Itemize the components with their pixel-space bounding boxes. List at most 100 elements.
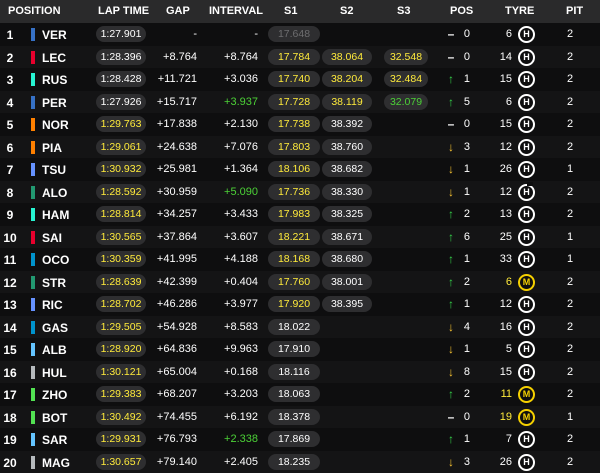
lap-time: 1:28.639 [96, 273, 146, 290]
lap-time: 1:29.383 [96, 386, 146, 402]
sector-1-time: 17.736 [268, 183, 320, 200]
driver-code: MAG [42, 455, 70, 470]
gap-value: +76.793 [156, 433, 197, 445]
driver-code: HUL [42, 365, 67, 380]
sector-2-time: 38.760 [322, 138, 372, 155]
team-color-bar [31, 163, 35, 176]
pit-stops: 2 [566, 455, 574, 468]
position-change: 1 [463, 73, 470, 85]
position-change: 1 [463, 253, 470, 265]
team-color-bar [31, 28, 35, 41]
timing-row[interactable]: 12 STR 1:28.639 +42.399 +0.404 17.760 38.001 ↑ 2… [0, 270, 600, 293]
tyre-age-laps: 15 [499, 365, 512, 378]
team-color-bar [31, 140, 35, 154]
lap-time: 1:30.932 [96, 161, 146, 177]
tyre-age-laps: 26 [499, 163, 512, 175]
interval-value: +2.405 [224, 455, 258, 468]
tyre-age-laps: 33 [499, 253, 512, 265]
sector-2-time: 38.064 [322, 48, 372, 65]
sector-1-time: 17.920 [268, 296, 320, 312]
hard-tyre-icon: H [518, 363, 535, 381]
gap-value: +34.257 [156, 208, 197, 220]
interval-value: +3.977 [224, 298, 258, 310]
team-color-bar [31, 298, 35, 311]
team-color-bar [31, 50, 35, 64]
sector-2-time: 38.680 [322, 251, 372, 267]
sector-1-time: 18.022 [268, 318, 320, 335]
sector-2-time: 38.682 [322, 161, 372, 177]
timing-row[interactable]: 8 ALO 1:28.592 +30.959 +5.090 17.736 38.330 ↓ 1 1… [0, 180, 600, 203]
sector-2-time: 38.330 [322, 183, 372, 200]
sector-1-time: 17.784 [268, 48, 320, 65]
pit-stops: 2 [566, 140, 574, 153]
hard-tyre-icon: H [518, 48, 535, 66]
hard-tyre-icon: H [518, 138, 535, 156]
interval-value: +5.090 [224, 185, 258, 198]
timing-row[interactable]: 11 OCO 1:30.359 +41.995 +4.188 18.168 38.680 ↑ 1… [0, 248, 600, 271]
timing-row[interactable]: 17 ZHO 1:29.383 +68.207 +3.203 18.063 ↑ 2 11 M 2 [0, 383, 600, 406]
timing-row[interactable]: 2 LEC 1:28.396 +8.764 +8.764 17.784 38.064 32.5… [0, 45, 600, 68]
interval-value: +0.404 [224, 275, 258, 288]
sector-2-time: 38.395 [322, 296, 372, 312]
timing-row[interactable]: 13 RIC 1:28.702 +46.286 +3.977 17.920 38.395 ↑ 1… [0, 293, 600, 316]
interval-value: +2.338 [224, 433, 258, 445]
sector-1-time: 17.910 [268, 341, 320, 357]
timing-row[interactable]: 5 NOR 1:29.763 +17.838 +2.130 17.738 38.392–0 1… [0, 113, 600, 136]
position-change: 1 [463, 298, 470, 310]
interval-value: +9.963 [224, 343, 258, 355]
position-number: 4 [6, 95, 14, 110]
position-number: 20 [3, 455, 17, 470]
hard-tyre-icon: H [518, 453, 535, 471]
timing-row[interactable]: 15 ALB 1:28.920 +64.836 +9.963 17.910 ↓ 1 5 H 2 [0, 338, 600, 361]
timing-row[interactable]: 3 RUS 1:28.428 +11.721 +3.036 17.740 38.204 32.… [0, 68, 600, 91]
timing-row[interactable]: 19 SAR 1:29.931 +76.793 +2.338 17.869 ↑ 1 7 H 2 [0, 428, 600, 451]
timing-row[interactable]: 14 GAS 1:29.505 +54.928 +8.583 18.022 ↓ 4 16 H 2 [0, 315, 600, 338]
timing-row[interactable]: 10 SAI 1:30.565 +37.864 +3.607 18.221 38.671 ↑ 6… [0, 225, 600, 248]
header-position: POSITION [8, 5, 61, 17]
timing-row[interactable]: 4 PER 1:27.926 +15.717 +3.937 17.728 38.119 32.… [0, 90, 600, 113]
hard-tyre-icon: H [518, 318, 535, 336]
sector-1-time: 17.728 [268, 93, 320, 110]
sector-1-time: 18.378 [268, 408, 320, 425]
header-tyre: TYRE [505, 5, 535, 17]
sector-2-time: 38.119 [322, 93, 372, 110]
driver-code: PIA [42, 140, 63, 155]
interval-value: +3.203 [224, 388, 258, 400]
sector-1-time: 17.869 [268, 431, 320, 447]
timing-row[interactable]: 18 BOT 1:30.492 +74.455 +6.192 18.378–0 19 M 1 [0, 405, 600, 428]
driver-code: RUS [42, 73, 68, 87]
position-number: 19 [3, 433, 17, 447]
tyre-age-laps: 19 [499, 410, 512, 423]
driver-code: RIC [42, 298, 63, 312]
gap-value: +54.928 [156, 320, 197, 333]
timing-row[interactable]: 16 HUL 1:30.121 +65.004 +0.168 18.116 ↓ 8 15 H 2 [0, 360, 600, 383]
timing-row[interactable]: 6 PIA 1:29.061 +24.638 +7.076 17.803 38.760 ↓ 3 1… [0, 135, 600, 158]
driver-code: OCO [42, 253, 70, 267]
timing-row[interactable]: 7 TSU 1:30.932 +25.981 +1.364 18.106 38.682 ↓ 1 2… [0, 158, 600, 181]
position-number: 3 [6, 73, 14, 87]
tyre-age-laps: 25 [499, 230, 512, 243]
sector-1-time: 18.168 [268, 251, 320, 267]
team-color-bar [31, 185, 35, 199]
timing-row[interactable]: 20 MAG 1:30.657 +79.140 +2.405 18.235 ↓ 3 26 H 2 [0, 450, 600, 473]
gap-value: - [193, 28, 197, 40]
position-change: 1 [463, 163, 470, 175]
position-number: 9 [6, 208, 14, 222]
medium-tyre-icon: M [518, 386, 535, 403]
timing-row[interactable]: 1 VER 1:27.901- -17.648–0 6 H 2 [0, 23, 600, 46]
sector-2-time: 38.325 [322, 206, 372, 222]
interval-value: +3.607 [224, 230, 258, 243]
interval-value: +3.036 [224, 73, 258, 85]
driver-code: STR [42, 275, 66, 290]
lap-time: 1:29.505 [96, 318, 146, 335]
tyre-age-laps: 14 [499, 50, 512, 63]
position-change: 1 [463, 433, 470, 445]
team-color-bar [31, 388, 35, 401]
timing-row[interactable]: 9 HAM 1:28.814 +34.257 +3.433 17.983 38.325 ↑ 2 1… [0, 203, 600, 226]
sector-2-time: 38.001 [322, 273, 372, 290]
position-number: 2 [6, 50, 14, 65]
header-s2: S2 [340, 5, 354, 17]
sector-3-time: 32.548 [384, 48, 428, 65]
position-number: 16 [3, 365, 17, 380]
gap-value: +74.455 [156, 410, 197, 423]
